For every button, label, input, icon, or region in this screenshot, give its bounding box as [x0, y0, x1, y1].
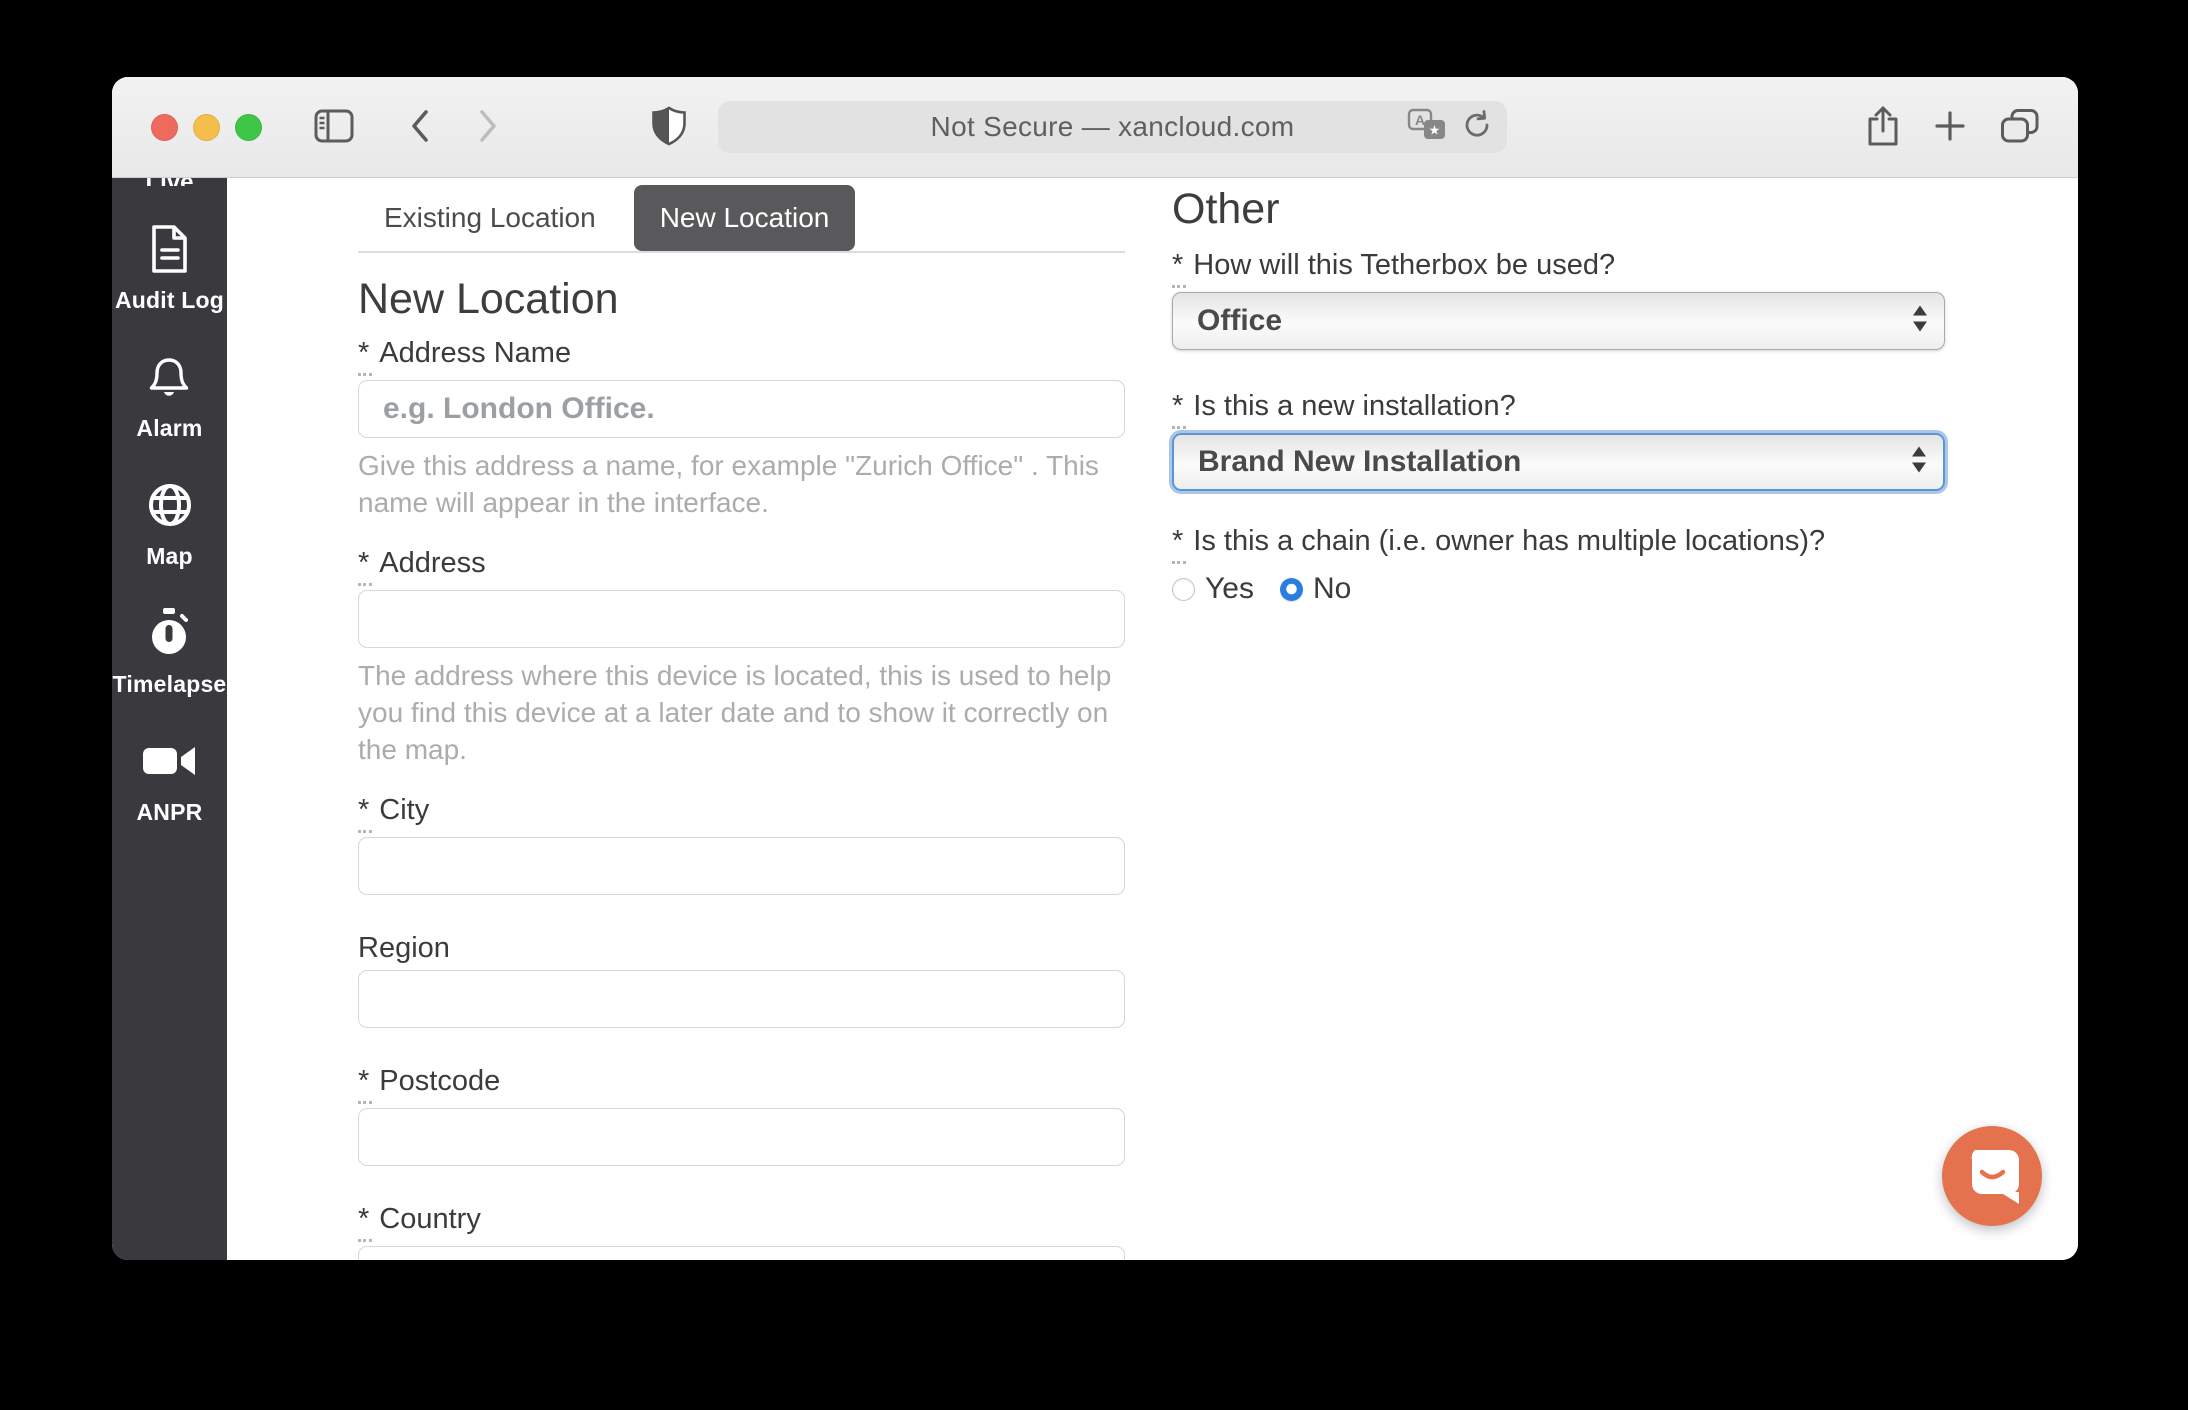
field-country: *Country	[358, 1201, 1125, 1260]
field-label: Region	[358, 930, 1125, 966]
new-tab-button[interactable]	[1934, 110, 1966, 145]
location-column: Existing Location New Location New Locat…	[358, 177, 1125, 1260]
usage-select-value: Office	[1197, 304, 1282, 338]
share-icon	[1866, 105, 1900, 150]
field-label: *Country	[358, 1201, 1125, 1242]
required-asterisk: *	[1172, 388, 1186, 429]
field-postcode: *Postcode	[358, 1063, 1125, 1166]
sidebar-item-live-clipped[interactable]: Live	[112, 177, 227, 186]
select-stepper-icon	[1911, 447, 1927, 478]
question-label-chain: *Is this a chain (i.e. owner has multipl…	[1172, 523, 1945, 564]
field-label: *City	[358, 792, 1125, 833]
sidebar-item-label: Alarm	[136, 415, 202, 442]
sidebar-item-label: Timelapse	[113, 671, 227, 698]
minimize-window-button[interactable]	[193, 114, 220, 141]
field-label: *Postcode	[358, 1063, 1125, 1104]
sidebar-item-label: Map	[146, 543, 193, 570]
chain-radio-no[interactable]	[1280, 578, 1303, 601]
field-region: Region	[358, 930, 1125, 1028]
address-input[interactable]	[358, 590, 1125, 648]
tab-overview-icon	[2000, 108, 2040, 147]
required-asterisk: *	[358, 792, 372, 833]
country-input[interactable]	[358, 1246, 1125, 1260]
bell-icon	[145, 353, 193, 401]
chain-radio-yes[interactable]	[1172, 578, 1195, 601]
sidebar-item-audit-log[interactable]: Audit Log	[115, 225, 224, 314]
forward-button[interactable]	[476, 108, 500, 147]
other-heading: Other	[1172, 185, 1945, 233]
share-button[interactable]	[1866, 105, 1900, 150]
field-address: *Address The address where this device i…	[358, 545, 1125, 768]
required-asterisk: *	[358, 335, 372, 376]
sidebar-item-label: ANPR	[137, 799, 203, 826]
sidebar-item-anpr[interactable]: ANPR	[137, 737, 203, 826]
back-button[interactable]	[408, 108, 432, 147]
select-stepper-icon	[1912, 306, 1928, 337]
stopwatch-icon	[146, 609, 192, 657]
globe-icon	[146, 481, 194, 529]
sidebar-item-label: Audit Log	[115, 287, 224, 314]
required-asterisk: *	[358, 1201, 372, 1242]
other-column: Other *How will this Tetherbox be used? …	[1172, 177, 1945, 606]
postcode-input[interactable]	[358, 1108, 1125, 1166]
browser-toolbar: Not Secure — xancloud.com A ★	[112, 77, 2078, 178]
chat-bubble-icon	[1942, 1124, 2042, 1229]
location-tabs: Existing Location New Location	[358, 185, 1125, 253]
form-heading: New Location	[358, 275, 1125, 323]
forward-icon	[476, 108, 500, 147]
app-sidebar: Live Audit Log Alarm	[112, 177, 227, 1260]
sidebar-item-timelapse[interactable]: Timelapse	[113, 609, 227, 698]
page-content: Existing Location New Location New Locat…	[227, 177, 2078, 1260]
region-input[interactable]	[358, 970, 1125, 1028]
close-window-button[interactable]	[151, 114, 178, 141]
privacy-report-button[interactable]	[650, 105, 688, 150]
sidebar-item-map[interactable]: Map	[146, 481, 194, 570]
field-help-text: The address where this device is located…	[358, 657, 1125, 768]
sidebar-item-alarm[interactable]: Alarm	[136, 353, 202, 442]
usage-select[interactable]: Office	[1172, 292, 1945, 350]
svg-text:A: A	[1415, 112, 1425, 128]
back-icon	[408, 108, 432, 147]
reload-icon[interactable]	[1461, 109, 1493, 146]
browser-window: Not Secure — xancloud.com A ★	[112, 77, 2078, 1260]
chain-radio-no-label: No	[1313, 572, 1351, 606]
installation-select[interactable]: Brand New Installation	[1172, 433, 1945, 491]
required-asterisk: *	[358, 1063, 372, 1104]
tab-new-location[interactable]: New Location	[634, 185, 856, 251]
field-city: *City	[358, 792, 1125, 895]
translate-icon[interactable]: A ★	[1407, 107, 1447, 148]
document-icon	[147, 225, 191, 273]
sidebar-toggle-icon	[314, 109, 354, 146]
svg-text:★: ★	[1429, 122, 1441, 137]
sidebar-item-live-label: Live	[145, 177, 193, 186]
city-input[interactable]	[358, 837, 1125, 895]
chain-radio-group: Yes No	[1172, 572, 1945, 606]
zoom-window-button[interactable]	[235, 114, 262, 141]
tab-existing-location[interactable]: Existing Location	[358, 185, 622, 251]
required-asterisk: *	[358, 545, 372, 586]
field-label: *Address Name	[358, 335, 1125, 376]
shield-icon	[650, 105, 688, 150]
address-name-input[interactable]	[358, 380, 1125, 438]
new-tab-icon	[1934, 110, 1966, 145]
question-label-usage: *How will this Tetherbox be used?	[1172, 247, 1945, 288]
chain-radio-yes-label: Yes	[1205, 572, 1254, 606]
chat-launcher-button[interactable]	[1942, 1126, 2042, 1226]
video-camera-icon	[141, 737, 197, 785]
question-label-installation: *Is this a new installation?	[1172, 388, 1945, 429]
installation-select-value: Brand New Installation	[1198, 445, 1521, 479]
tab-overview-button[interactable]	[2000, 108, 2040, 147]
required-asterisk: *	[1172, 523, 1186, 564]
required-asterisk: *	[1172, 247, 1186, 288]
address-bar[interactable]: Not Secure — xancloud.com A ★	[718, 101, 1507, 153]
traffic-lights	[151, 114, 262, 141]
field-help-text: Give this address a name, for example "Z…	[358, 447, 1125, 521]
field-label: *Address	[358, 545, 1125, 586]
address-bar-text: Not Secure — xancloud.com	[931, 111, 1295, 143]
sidebar-toggle-button[interactable]	[314, 109, 354, 146]
field-address-name: *Address Name Give this address a name, …	[358, 335, 1125, 521]
